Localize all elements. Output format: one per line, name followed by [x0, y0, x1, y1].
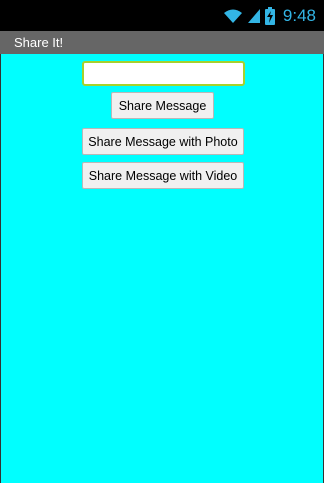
- signal-icon: [247, 8, 260, 23]
- share-video-button[interactable]: Share Message with Video: [82, 162, 244, 189]
- main-content: Share Message Share Message with Photo S…: [0, 54, 324, 483]
- status-icons: 9:48: [223, 0, 324, 31]
- wifi-icon: [223, 9, 242, 23]
- status-bar: 9:48: [0, 0, 324, 31]
- message-input[interactable]: [82, 61, 245, 86]
- title-bar: Share It!: [0, 31, 324, 54]
- app-title: Share It!: [14, 35, 64, 50]
- share-photo-button[interactable]: Share Message with Photo: [82, 128, 244, 155]
- battery-charging-icon: [264, 6, 275, 25]
- status-time: 9:48: [282, 5, 316, 25]
- share-message-button[interactable]: Share Message: [111, 92, 214, 119]
